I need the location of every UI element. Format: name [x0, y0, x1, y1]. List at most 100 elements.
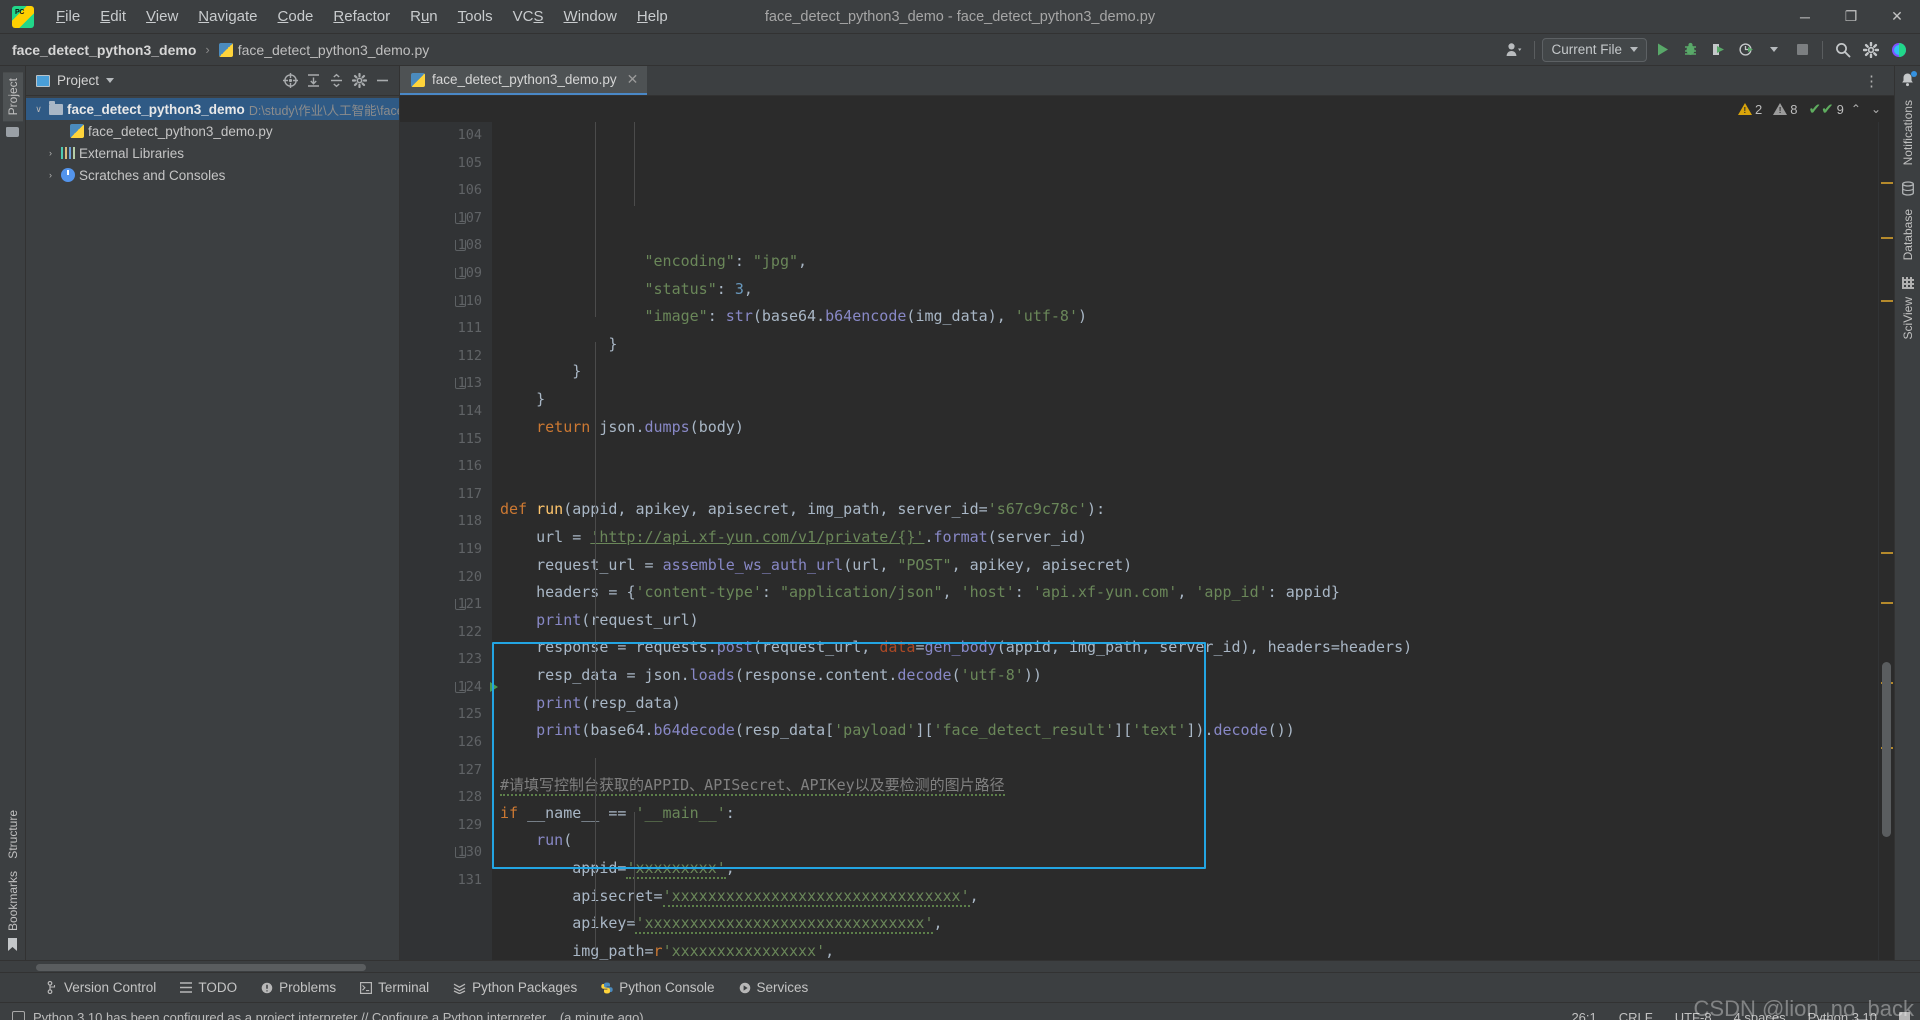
line-number[interactable]: 126	[400, 729, 492, 757]
checks-indicator[interactable]: ✔✔ 9	[1809, 102, 1844, 117]
sidebar-item-bookmarks[interactable]: Bookmarks	[3, 865, 23, 937]
warnings-indicator[interactable]: 2	[1738, 102, 1762, 117]
tool-todo[interactable]: TODO	[169, 977, 248, 998]
sidebar-item-project[interactable]: Project	[3, 72, 23, 121]
code-line[interactable]: def run(appid, apikey, apisecret, img_pa…	[492, 496, 1878, 524]
line-number[interactable]: 117	[400, 481, 492, 509]
line-number[interactable]: 114	[400, 398, 492, 426]
marker[interactable]	[1881, 300, 1893, 302]
code-line[interactable]: }	[492, 358, 1878, 386]
line-number[interactable]: 120	[400, 564, 492, 592]
tree-node-scratches[interactable]: › Scratches and Consoles	[26, 164, 399, 186]
menu-help[interactable]: Help	[627, 4, 678, 29]
line-number[interactable]: 118	[400, 508, 492, 536]
chevron-down-icon[interactable]: ∨	[32, 104, 45, 115]
code-line[interactable]: if __name__ == '__main__':	[492, 800, 1878, 828]
menu-view[interactable]: View	[136, 4, 188, 29]
code-line[interactable]: print(resp_data)	[492, 690, 1878, 718]
code-editor[interactable]: 1041051061071081091101111121131141151161…	[400, 122, 1894, 960]
menu-vcs[interactable]: VCS	[503, 4, 554, 29]
sidebar-item-database[interactable]: Database	[1898, 203, 1918, 266]
marker[interactable]	[1881, 237, 1893, 239]
scrollbar-thumb[interactable]	[36, 964, 366, 971]
code-line[interactable]: print(request_url)	[492, 607, 1878, 635]
code-line[interactable]	[492, 441, 1878, 469]
run-with-coverage-icon[interactable]	[1705, 38, 1731, 62]
tool-python-packages[interactable]: Python Packages	[442, 977, 588, 998]
code-line[interactable]: img_path=r'xxxxxxxxxxxxxxxx',	[492, 938, 1878, 960]
line-number[interactable]: 122	[400, 619, 492, 647]
stop-icon[interactable]	[1789, 38, 1815, 62]
line-number[interactable]: 115	[400, 426, 492, 454]
error-marker-strip[interactable]	[1878, 122, 1894, 960]
line-number-gutter[interactable]: 1041051061071081091101111121131141151161…	[400, 122, 492, 960]
chevron-right-icon[interactable]: ›	[44, 170, 57, 180]
marker[interactable]	[1881, 602, 1893, 604]
code-line[interactable]: return json.dumps(body)	[492, 414, 1878, 442]
line-number[interactable]: 106	[400, 177, 492, 205]
close-icon[interactable]: ✕	[627, 71, 639, 88]
tree-node-external-libraries[interactable]: › External Libraries	[26, 142, 399, 164]
menu-edit[interactable]: Edit	[90, 4, 136, 29]
code-line[interactable]: headers = {'content-type': "application/…	[492, 579, 1878, 607]
tree-node-project-root[interactable]: ∨ face_detect_python3_demo D:\study\作业\人…	[26, 98, 399, 120]
profile-dropdown-icon[interactable]	[1761, 38, 1787, 62]
code-line[interactable]: appid='xxxxxxxxx',	[492, 855, 1878, 883]
sidebar-item-sciview[interactable]: SciView	[1898, 291, 1918, 345]
code-line[interactable]	[492, 469, 1878, 497]
code-fold-marker[interactable]	[455, 599, 466, 610]
indent-setting[interactable]: 4 spaces	[1734, 1010, 1786, 1020]
line-number[interactable]: 123	[400, 646, 492, 674]
run-icon[interactable]	[1649, 38, 1675, 62]
breadcrumb-file[interactable]: face_detect_python3_demo.py	[215, 40, 433, 60]
menu-code[interactable]: Code	[268, 4, 324, 29]
close-button[interactable]: ✕	[1874, 0, 1920, 34]
line-number[interactable]: 108	[400, 232, 492, 260]
code-fold-marker[interactable]	[455, 213, 466, 224]
next-problem-icon[interactable]: ⌄	[1868, 102, 1884, 116]
line-number[interactable]: 113	[400, 370, 492, 398]
code-line[interactable]: response = requests.post(request_url, da…	[492, 634, 1878, 662]
debug-icon[interactable]	[1677, 38, 1703, 62]
line-number[interactable]: 104	[400, 122, 492, 150]
code-line[interactable]: }	[492, 331, 1878, 359]
line-number[interactable]: 119	[400, 536, 492, 564]
code-line[interactable]: resp_data = json.loads(response.content.…	[492, 662, 1878, 690]
tool-terminal[interactable]: Terminal	[349, 977, 440, 998]
line-number[interactable]: 124	[400, 674, 492, 702]
editor-scrollbar-thumb[interactable]	[1882, 662, 1891, 837]
line-number[interactable]: 116	[400, 453, 492, 481]
chevron-right-icon[interactable]: ›	[44, 148, 57, 158]
sidebar-item-structure[interactable]: Structure	[3, 804, 23, 865]
code-fold-marker[interactable]	[455, 847, 466, 858]
code-line[interactable]: }	[492, 386, 1878, 414]
menu-navigate[interactable]: Navigate	[188, 4, 267, 29]
marker[interactable]	[1881, 182, 1893, 184]
line-number[interactable]: 125	[400, 701, 492, 729]
tool-python-console[interactable]: Python Console	[590, 977, 725, 998]
code-line[interactable]: "encoding": "jpg",	[492, 248, 1878, 276]
menu-tools[interactable]: Tools	[448, 4, 503, 29]
tree-node-python-file[interactable]: face_detect_python3_demo.py	[26, 120, 399, 142]
line-number[interactable]: 128	[400, 784, 492, 812]
code-line[interactable]: apisecret='xxxxxxxxxxxxxxxxxxxxxxxxxxxxx…	[492, 883, 1878, 911]
run-configuration-selector[interactable]: Current File	[1542, 38, 1647, 62]
ai-assistant-icon[interactable]	[1886, 38, 1912, 62]
marker[interactable]	[1881, 552, 1893, 554]
previous-problem-icon[interactable]: ⌃	[1848, 102, 1864, 116]
maximize-button[interactable]: ❐	[1828, 0, 1874, 34]
minimize-button[interactable]: ─	[1782, 0, 1828, 34]
line-number[interactable]: 131	[400, 867, 492, 895]
file-encoding[interactable]: UTF-8	[1675, 1010, 1712, 1020]
code-line[interactable]	[492, 745, 1878, 773]
code-line[interactable]: url = 'http://api.xf-yun.com/v1/private/…	[492, 524, 1878, 552]
code-fold-marker[interactable]	[455, 378, 466, 389]
line-number[interactable]: 105	[400, 150, 492, 178]
code-line[interactable]: apikey='xxxxxxxxxxxxxxxxxxxxxxxxxxxxxxx'…	[492, 910, 1878, 938]
menu-refactor[interactable]: Refactor	[323, 4, 400, 29]
code-line[interactable]: "image": str(base64.b64encode(img_data),…	[492, 303, 1878, 331]
profile-icon[interactable]	[1733, 38, 1759, 62]
settings-gear-icon[interactable]	[1858, 38, 1884, 62]
code-line[interactable]: print(base64.b64decode(resp_data['payloa…	[492, 717, 1878, 745]
line-separator[interactable]: CRLF	[1619, 1010, 1653, 1020]
